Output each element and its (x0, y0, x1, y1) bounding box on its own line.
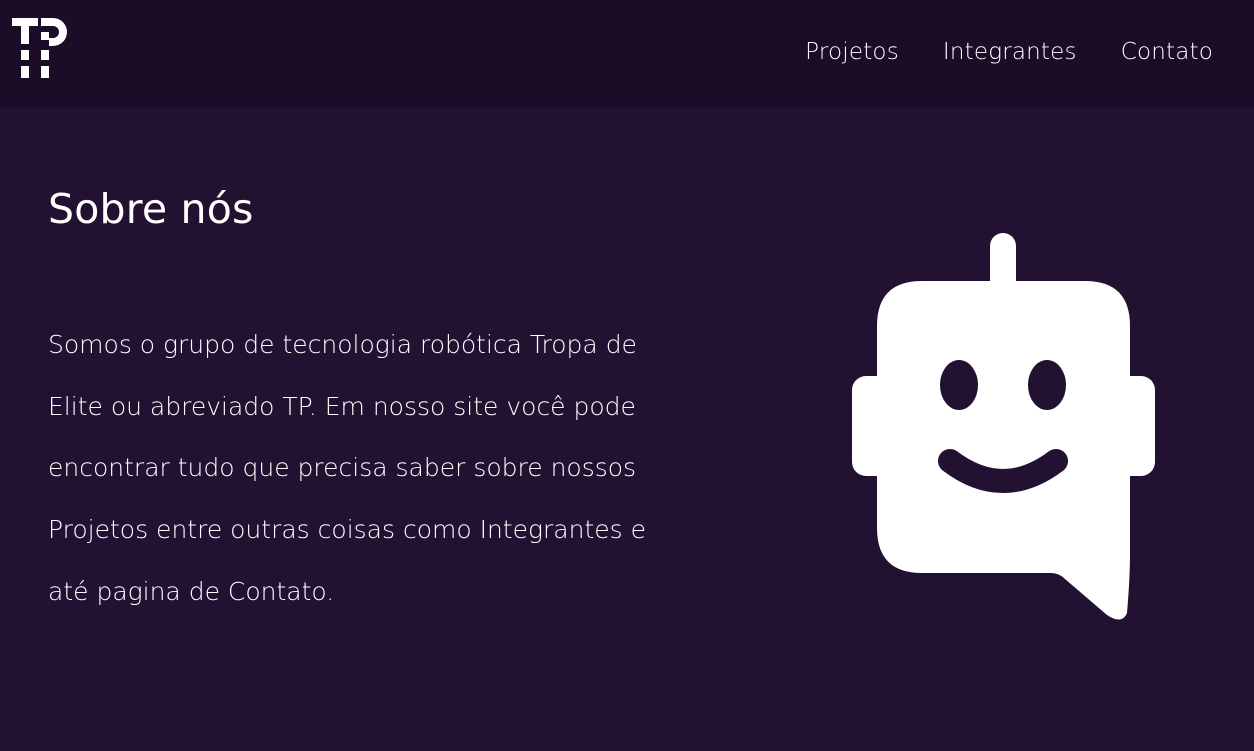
about-line: Elite ou abreviado TP. Em nosso site voc… (48, 391, 636, 421)
nav-link-projetos[interactable]: Projetos (805, 34, 899, 70)
main-nav: Projetos Integrantes Contato (805, 34, 1213, 70)
about-description: Somos o grupo de tecnologia robótica Tro… (48, 314, 748, 623)
tp-logo-icon (12, 18, 67, 78)
page-title: Sobre nós (48, 185, 254, 233)
logo-link[interactable] (10, 14, 72, 82)
about-line: encontrar tudo que precisa saber sobre n… (48, 453, 637, 483)
about-line: Somos o grupo de tecnologia robótica Tro… (48, 330, 637, 359)
about-section: Sobre nós Somos o grupo de tecnologia ro… (0, 108, 1254, 751)
about-line: Projetos entre outras coisas como Integr… (48, 515, 646, 545)
robot-chat-icon (852, 233, 1155, 620)
site-header: Projetos Integrantes Contato (0, 0, 1254, 108)
nav-link-contato[interactable]: Contato (1121, 34, 1213, 70)
about-line: até pagina de Contato. (48, 576, 335, 606)
nav-link-integrantes[interactable]: Integrantes (943, 34, 1077, 70)
